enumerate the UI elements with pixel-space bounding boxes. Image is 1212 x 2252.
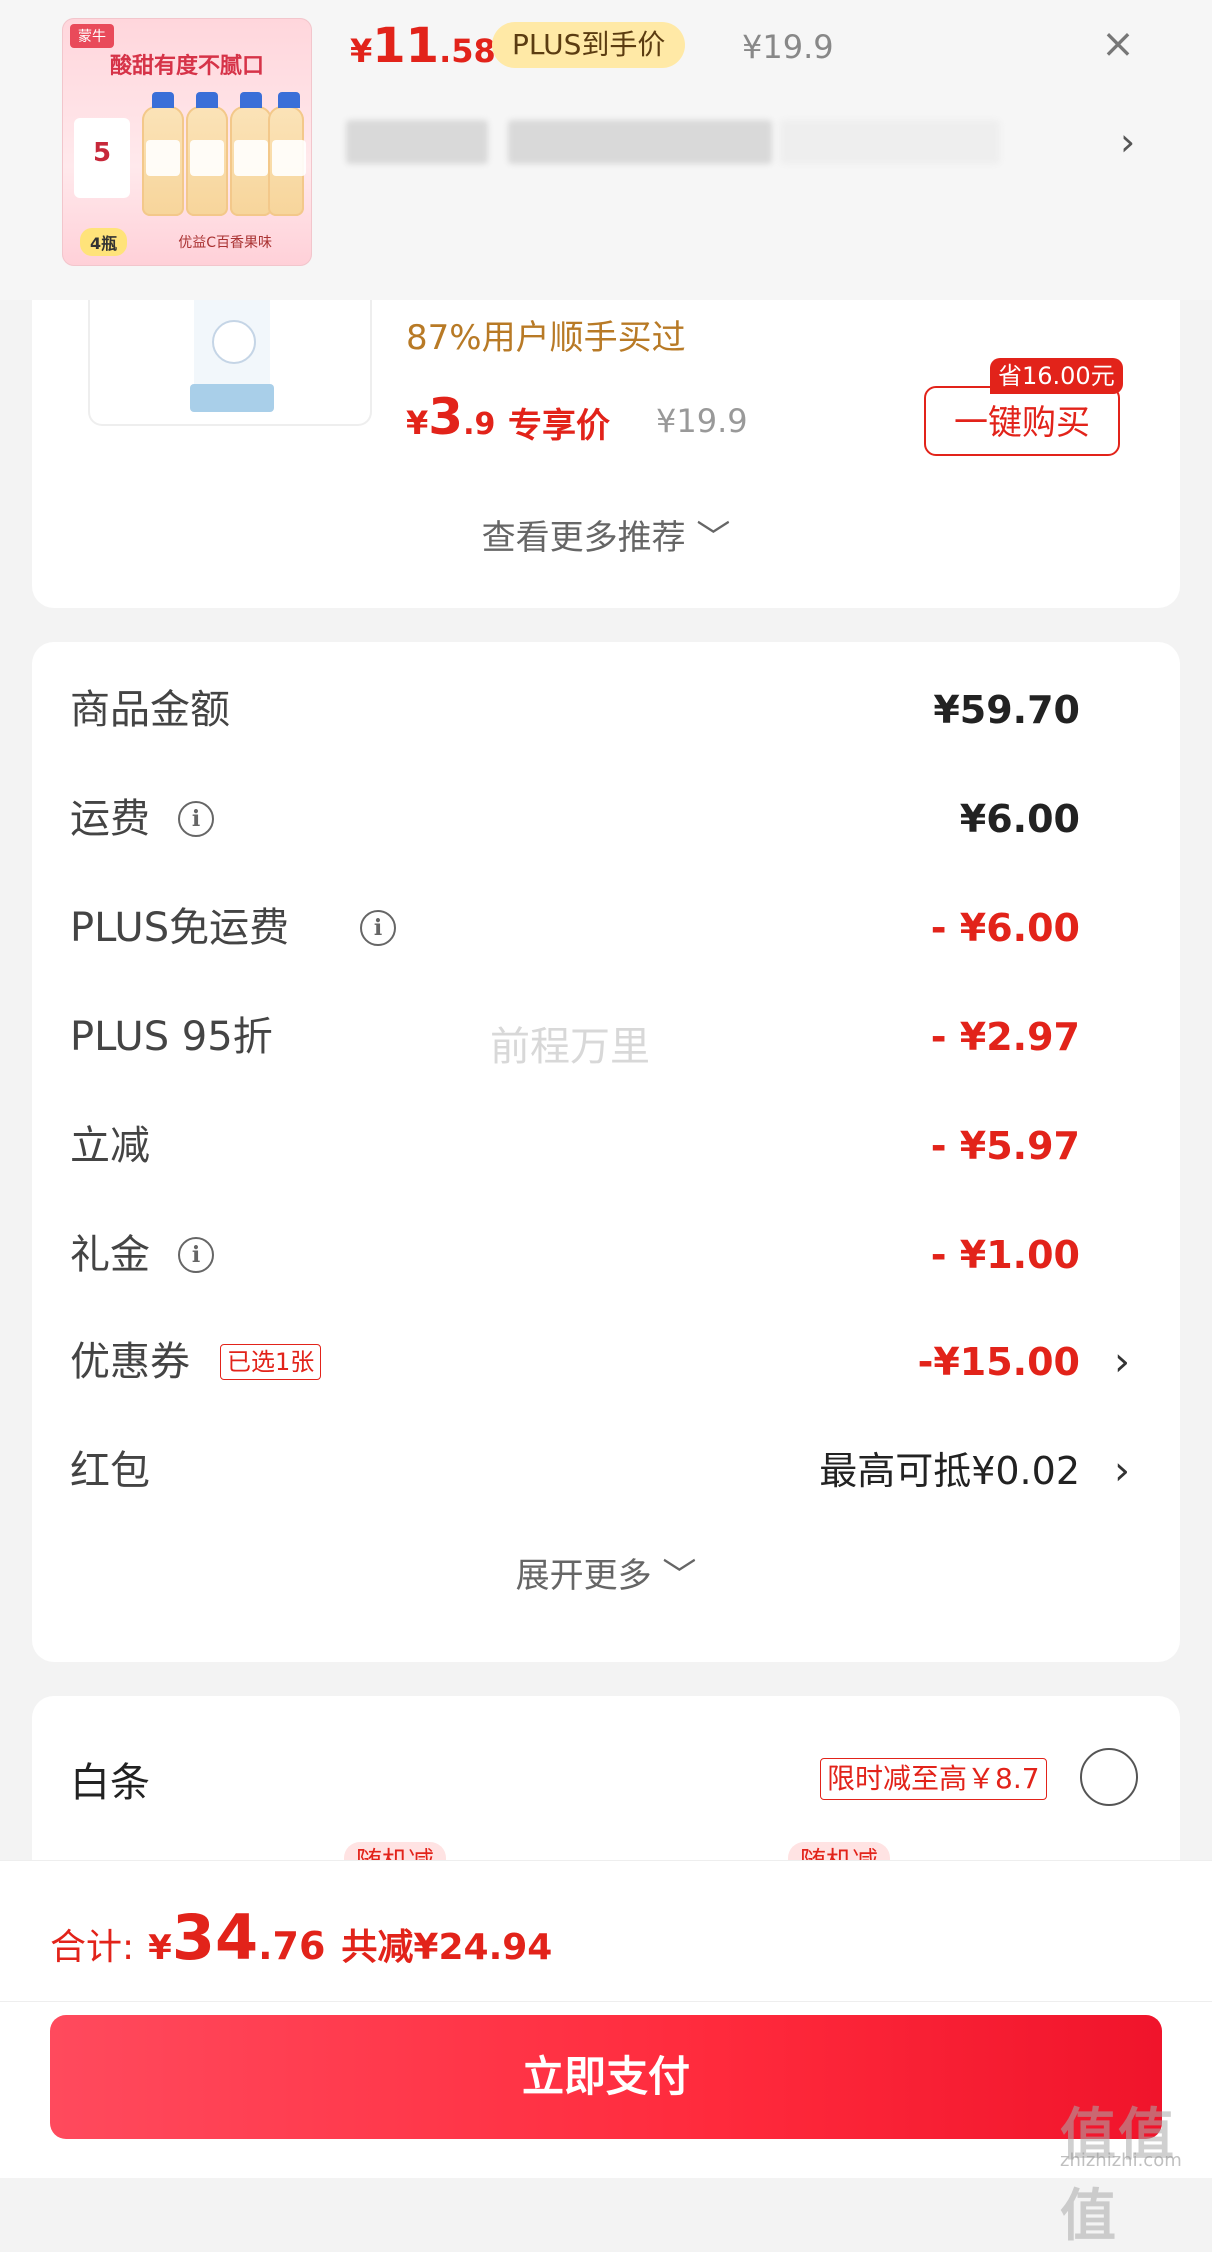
total-saved: 共减¥24.94 bbox=[341, 1927, 553, 1968]
total-integer: 34 bbox=[171, 1901, 259, 1974]
thumbnail-price-mark: 5 bbox=[74, 118, 130, 198]
summary-row-red-packet[interactable]: 红包 最高可抵¥0.02 › bbox=[70, 1441, 1140, 1501]
row-value: - ¥1.00 bbox=[930, 1233, 1080, 1277]
close-icon[interactable]: × bbox=[1098, 24, 1138, 64]
summary-row-shipping: 运费 i ¥6.00 bbox=[70, 789, 1140, 849]
row-label: PLUS免运费 bbox=[70, 905, 290, 951]
chevron-right-icon[interactable]: › bbox=[1120, 120, 1135, 164]
recommend-original-price: ¥19.9 bbox=[656, 402, 748, 440]
plus-price-badge: PLUS到手价 bbox=[492, 22, 686, 68]
price-integer: 3 bbox=[428, 388, 464, 446]
blurred-spec bbox=[346, 120, 488, 164]
row-label: 商品金额 bbox=[70, 687, 230, 733]
currency-symbol: ¥ bbox=[148, 1928, 172, 1968]
price-decimal: .58 bbox=[439, 32, 496, 70]
price-decimal: .9 bbox=[463, 407, 496, 442]
total-decimal: .76 bbox=[258, 1924, 326, 1968]
row-label: 礼金 bbox=[70, 1232, 150, 1278]
thumbnail-slogan: 酸甜有度不腻口 bbox=[109, 54, 264, 79]
summary-row-gift-money: 礼金 i - ¥1.00 bbox=[70, 1225, 1140, 1285]
blurred-spec bbox=[780, 120, 1000, 164]
row-label: 优惠券 bbox=[70, 1339, 190, 1385]
one-click-buy-button[interactable]: 一键购买 bbox=[924, 386, 1120, 456]
row-label: 立减 bbox=[70, 1123, 150, 1169]
summary-row-goods-amount: 商品金额 ¥59.70 bbox=[70, 680, 1140, 740]
recommend-subtitle: 87%用户顺手买过 bbox=[406, 318, 686, 358]
bottle-image bbox=[142, 92, 184, 216]
recommend-product-image[interactable] bbox=[88, 300, 372, 426]
row-value: - ¥6.00 bbox=[930, 906, 1080, 950]
row-value: 最高可抵¥0.02 bbox=[819, 1449, 1080, 1493]
summary-row-plus-free-shipping: PLUS免运费 i - ¥6.00 bbox=[70, 898, 1140, 958]
save-amount-tag: 省16.00元 bbox=[990, 358, 1123, 394]
header-price: ¥ 11 .58 bbox=[350, 18, 496, 78]
site-watermark-url: zhizhizhi.com bbox=[1060, 2150, 1182, 2171]
expand-more-link[interactable]: 展开更多 ﹀ bbox=[32, 1548, 1180, 1597]
coupon-selected-tag: 已选1张 bbox=[220, 1344, 322, 1380]
brand-logo: 蒙牛 bbox=[70, 24, 114, 48]
row-value: -¥15.00 bbox=[917, 1340, 1080, 1384]
watermark-text: 前程万里 bbox=[490, 1024, 650, 1070]
total-label: 合计: bbox=[50, 1927, 135, 1968]
info-icon[interactable]: i bbox=[178, 1237, 214, 1273]
baitiao-label: 白条 bbox=[70, 1760, 150, 1806]
chevron-right-icon[interactable]: › bbox=[1114, 1332, 1130, 1392]
checkout-bar: 合计: ¥ 34 .76 共减¥24.94 立即支付 bbox=[0, 1860, 1212, 2178]
bottle-image bbox=[268, 92, 306, 216]
price-integer: 11 bbox=[372, 18, 440, 74]
site-watermark: 值值值 bbox=[1060, 2103, 1176, 2249]
limited-discount-tag: 限时减至高￥8.7 bbox=[820, 1758, 1047, 1800]
recommend-price: ¥ 3 .9 bbox=[406, 388, 495, 446]
bottle-image bbox=[186, 92, 228, 216]
chevron-right-icon[interactable]: › bbox=[1114, 1441, 1130, 1501]
row-value: ¥6.00 bbox=[959, 797, 1080, 841]
info-icon[interactable]: i bbox=[360, 910, 396, 946]
row-label: 运费 bbox=[70, 796, 150, 842]
row-label: 红包 bbox=[70, 1448, 150, 1494]
info-icon[interactable]: i bbox=[178, 801, 214, 837]
total-price: 合计: ¥ 34 .76 共减¥24.94 bbox=[50, 1901, 552, 1974]
row-label: PLUS 95折 bbox=[70, 1014, 273, 1060]
product-tube-cap bbox=[190, 384, 274, 412]
row-value: ¥59.70 bbox=[933, 688, 1080, 732]
thumbnail-count-tag: 4瓶 bbox=[80, 228, 128, 256]
row-value: - ¥2.97 bbox=[930, 1015, 1080, 1059]
product-thumbnail[interactable]: 蒙牛 酸甜有度不腻口 5 4瓶 优益C百香果味 bbox=[62, 18, 312, 266]
thumbnail-flavor: 优益C百香果味 bbox=[178, 235, 272, 251]
blurred-spec bbox=[508, 120, 772, 164]
summary-row-coupon[interactable]: 优惠券 已选1张 -¥15.00 › bbox=[70, 1332, 1140, 1392]
product-header: 蒙牛 酸甜有度不腻口 5 4瓶 优益C百香果味 ¥ 11 .58 PLUS到手价… bbox=[0, 0, 1212, 300]
row-value: - ¥5.97 bbox=[930, 1124, 1080, 1168]
currency-symbol: ¥ bbox=[350, 32, 373, 70]
see-more-recommend-link[interactable]: 查看更多推荐 ﹀ bbox=[32, 510, 1180, 559]
pay-now-button[interactable]: 立即支付 bbox=[50, 2015, 1162, 2139]
summary-row-instant-discount: 立减 - ¥5.97 bbox=[70, 1116, 1140, 1176]
bottle-image bbox=[230, 92, 272, 216]
divider bbox=[0, 2001, 1212, 2002]
price-summary-card: 商品金额 ¥59.70 运费 i ¥6.00 PLUS免运费 i - ¥6.00… bbox=[32, 642, 1180, 1662]
header-original-price: ¥19.9 bbox=[742, 28, 834, 66]
bear-icon bbox=[212, 320, 256, 364]
recommend-card: 87%用户顺手买过 ¥ 3 .9 专享价 ¥19.9 一键购买 省16.00元 … bbox=[32, 300, 1180, 608]
baitiao-radio[interactable] bbox=[1080, 1748, 1138, 1806]
exclusive-price-label: 专享价 bbox=[508, 406, 610, 446]
currency-symbol: ¥ bbox=[406, 404, 429, 442]
